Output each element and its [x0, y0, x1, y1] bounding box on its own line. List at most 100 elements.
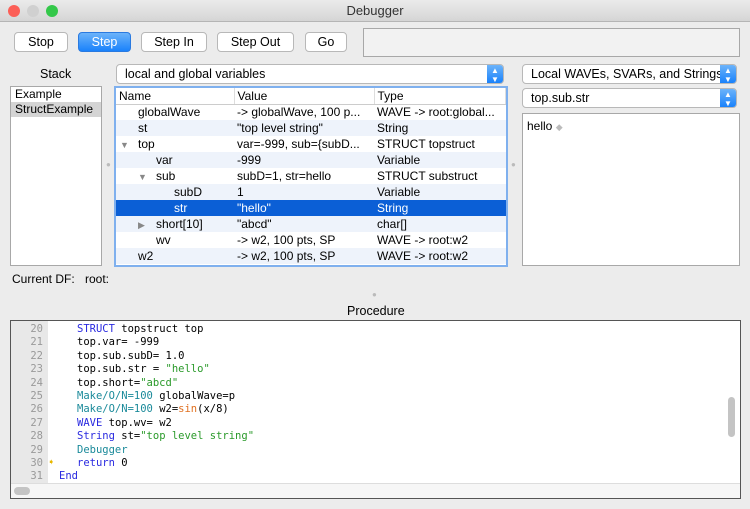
- minimize-window-button[interactable]: [27, 5, 39, 17]
- popup-value: top.sub.str: [531, 91, 590, 105]
- code-token: "abcd": [140, 376, 179, 389]
- table-row[interactable]: w2 -> w2, 100 pts, SP WAVE -> root:w2: [116, 248, 506, 264]
- line-number: 26: [30, 403, 43, 416]
- code-line[interactable]: String st="top level string": [77, 430, 254, 442]
- message-field: [363, 28, 740, 57]
- code-token: return: [77, 457, 115, 469]
- cell-value: -> globalWave, 100 p...: [237, 105, 361, 120]
- code-line[interactable]: top.sub.subD= 1.0: [77, 350, 184, 362]
- stack-item[interactable]: Example: [11, 87, 101, 102]
- cell-type: String: [374, 200, 506, 216]
- line-number: 22: [30, 349, 43, 362]
- cell-name: wv: [116, 232, 234, 248]
- table-row[interactable]: wv -> w2, 100 pts, SP WAVE -> root:w2: [116, 232, 506, 248]
- code-token: top.var= -999: [77, 336, 160, 349]
- current-df-label: Current DF:: [12, 272, 75, 286]
- splitter-handle-left[interactable]: ●: [106, 160, 111, 169]
- cell-name: st: [116, 120, 234, 136]
- code-token: topstruct top: [121, 323, 204, 335]
- inspector-content[interactable]: hello ◆: [522, 113, 740, 266]
- step-out-button[interactable]: Step Out: [217, 32, 294, 52]
- table-row[interactable]: ▼ top var=-999, sub={subD... STRUCT topstru…: [116, 136, 506, 152]
- disclosure-expanded-icon[interactable]: ▼: [120, 140, 138, 150]
- column-header-value[interactable]: Value: [234, 88, 375, 105]
- close-window-button[interactable]: [8, 5, 20, 17]
- inspector-kind-popup[interactable]: Local WAVEs, SVARs, and Strings ▲ ▼: [522, 64, 737, 84]
- vertical-scrollbar-thumb[interactable]: [728, 397, 735, 437]
- code-line[interactable]: top.short="abcd": [77, 377, 178, 389]
- line-number: 21: [30, 336, 43, 349]
- cell-name: str: [116, 200, 234, 216]
- window-title: Debugger: [346, 3, 404, 18]
- cell-name: w2: [116, 248, 234, 264]
- code-token: top.wv= w2: [108, 416, 172, 429]
- table-row[interactable]: st "top level string" String: [116, 120, 506, 136]
- end-marker-icon: ◆: [555, 122, 563, 132]
- chevron-updown-icon: ▲ ▼: [720, 65, 736, 84]
- stop-button[interactable]: Stop: [14, 32, 68, 52]
- popup-value: local and global variables: [125, 67, 266, 81]
- code-line[interactable]: top.var= -999: [77, 336, 159, 348]
- line-number: 28: [30, 430, 43, 443]
- inspector-item-popup[interactable]: top.sub.str ▲ ▼: [522, 88, 737, 108]
- splitter-handle-bottom[interactable]: ●: [372, 290, 377, 299]
- code-line[interactable]: Debugger: [77, 444, 128, 456]
- table-row[interactable]: globalWave -> globalWave, 100 p... WAVE ->…: [116, 104, 506, 120]
- code-line[interactable]: WAVE top.wv= w2: [77, 417, 172, 429]
- table-row[interactable]: ▶ short[10] "abcd" char[]: [116, 216, 506, 232]
- code-token: globalWave=p: [159, 390, 236, 402]
- code-line[interactable]: Make/O/N=100 w2=sin(x/8): [77, 403, 229, 415]
- scrollbar-thumb[interactable]: [14, 487, 30, 495]
- stack-list[interactable]: Example StructExample: [10, 86, 102, 266]
- cell-name: ▼ top: [116, 136, 234, 152]
- code-line[interactable]: STRUCT topstruct top: [77, 323, 203, 335]
- row-name: var: [156, 153, 173, 167]
- cell-type: WAVE -> root:global...: [377, 105, 495, 120]
- table-row[interactable]: str "hello" String: [116, 200, 506, 216]
- cell-name: var: [116, 152, 234, 168]
- title-bar: Debugger: [0, 0, 750, 22]
- disclosure-expanded-icon[interactable]: ▼: [138, 172, 156, 182]
- code-token: "hello": [165, 363, 210, 376]
- cell-value: "top level string": [234, 120, 374, 136]
- code-line[interactable]: Make/O/N=100 globalWave=p: [77, 390, 235, 402]
- column-header-name[interactable]: Name: [116, 88, 235, 105]
- code-token: "top level string": [140, 430, 255, 443]
- code-line[interactable]: End: [59, 470, 78, 482]
- step-button[interactable]: Step: [78, 32, 131, 52]
- row-name: globalWave: [138, 105, 201, 120]
- cell-type: char[]: [374, 216, 506, 232]
- step-in-button[interactable]: Step In: [141, 32, 207, 52]
- procedure-editor[interactable]: 20 STRUCT topstruct top 21 top.var= -999 22 t…: [10, 320, 741, 499]
- table-row[interactable]: subD 1 Variable: [116, 184, 506, 200]
- code-token: Debugger: [77, 443, 128, 456]
- code-token: top.short=: [77, 376, 141, 389]
- chevron-updown-icon: ▲ ▼: [720, 89, 736, 108]
- column-header-type[interactable]: Type: [374, 88, 506, 105]
- stack-item[interactable]: StructExample: [11, 102, 101, 117]
- line-number: 27: [30, 416, 43, 429]
- code-token: sin: [178, 403, 198, 416]
- zoom-window-button[interactable]: [46, 5, 58, 17]
- cell-value: -> w2, 100 pts, SP: [234, 248, 374, 264]
- row-name: wv: [156, 233, 171, 247]
- code-token: End: [59, 470, 78, 483]
- row-name: subD: [174, 185, 203, 199]
- code-token: w2=: [159, 403, 179, 416]
- horizontal-scrollbar[interactable]: [11, 483, 740, 498]
- cell-type: Variable: [374, 184, 506, 200]
- table-row[interactable]: var -999 Variable: [116, 152, 506, 168]
- go-button[interactable]: Go: [305, 32, 347, 52]
- disclosure-collapsed-icon[interactable]: ▶: [138, 220, 156, 231]
- row-name: sub: [156, 169, 176, 183]
- table-row[interactable]: ▼ sub subD=1, str=hello STRUCT substruct: [116, 168, 506, 184]
- variables-table[interactable]: Name Value Type globalWave -> globalWave,…: [114, 86, 508, 267]
- code-token: top.sub.str =: [77, 363, 166, 376]
- code-token: STRUCT: [77, 323, 115, 335]
- line-number: 23: [30, 363, 43, 376]
- variables-scope-popup[interactable]: local and global variables ▲ ▼: [116, 64, 504, 84]
- code-line[interactable]: return 0: [77, 457, 128, 469]
- code-line[interactable]: top.sub.str = "hello": [77, 363, 210, 375]
- current-df-value: root:: [85, 272, 110, 286]
- splitter-handle-right[interactable]: ●: [511, 160, 516, 169]
